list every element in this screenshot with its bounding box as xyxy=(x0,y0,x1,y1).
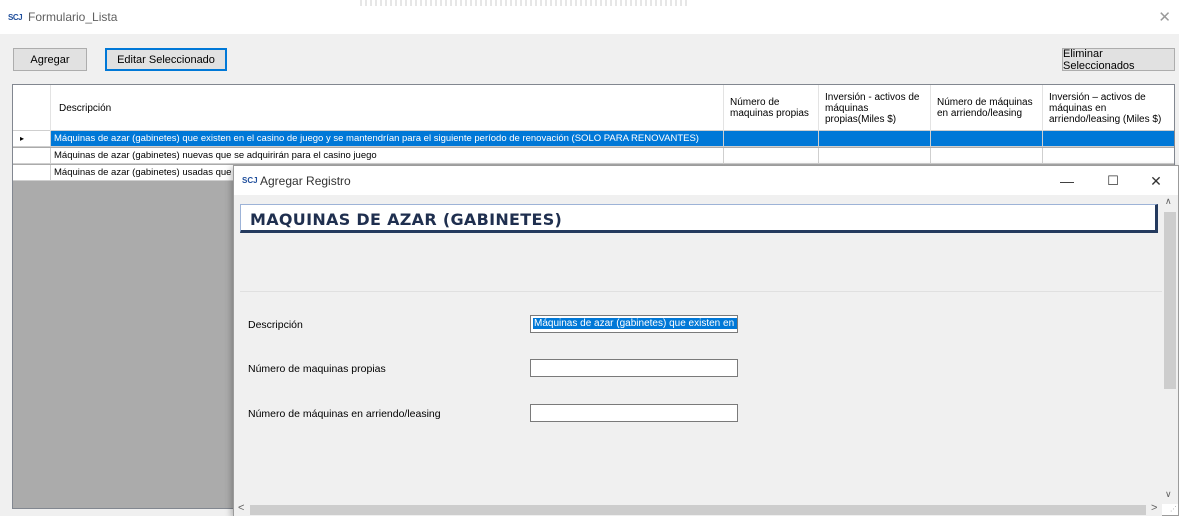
horizontal-scroll-thumb[interactable] xyxy=(250,505,1146,515)
maquinas-leasing-label: Número de máquinas en arriendo/leasing xyxy=(248,408,441,420)
minimize-icon[interactable]: — xyxy=(1044,169,1090,193)
scroll-up-icon[interactable]: ∧ xyxy=(1165,196,1172,207)
section-header: MAQUINAS DE AZAR (GABINETES) xyxy=(240,204,1158,233)
main-window-title: Formulario_Lista xyxy=(28,10,118,24)
cell-descripcion[interactable]: Máquinas de azar (gabinetes) nuevas que … xyxy=(51,148,724,163)
grid-header: Descripción Número de maquinas propias I… xyxy=(13,85,1174,131)
maximize-icon[interactable]: ☐ xyxy=(1090,169,1136,193)
section-heading: MAQUINAS DE AZAR (GABINETES) xyxy=(250,210,563,229)
add-record-dialog: SCJ Agregar Registro — ☐ ✕ MAQUINAS DE A… xyxy=(233,165,1179,516)
add-button[interactable]: Agregar xyxy=(13,48,87,71)
table-row[interactable]: Máquinas de azar (gabinetes) nuevas que … xyxy=(13,148,1174,164)
scroll-down-icon[interactable]: ∨ xyxy=(1165,489,1172,500)
dialog-content: MAQUINAS DE AZAR (GABINETES) Descripción… xyxy=(234,195,1162,504)
maquinas-leasing-field[interactable] xyxy=(530,404,738,422)
cell-maquinas-leasing[interactable] xyxy=(931,148,1043,163)
cell-inversion-propias[interactable] xyxy=(819,131,931,146)
column-header-inversion-leasing[interactable]: Inversión – activos de máquinas en arrie… xyxy=(1043,85,1174,131)
horizontal-scrollbar[interactable]: < > xyxy=(234,502,1162,516)
background-window-edge xyxy=(360,0,690,6)
row-header[interactable] xyxy=(13,148,51,163)
dialog-app-icon: SCJ xyxy=(242,176,258,185)
table-row[interactable]: ▸ Máquinas de azar (gabinetes) que exist… xyxy=(13,131,1174,147)
cell-maquinas-leasing[interactable] xyxy=(931,131,1043,146)
row-indicator-icon: ▸ xyxy=(13,131,51,146)
cell-inversion-leasing[interactable] xyxy=(1043,131,1174,146)
dialog-titlebar[interactable]: SCJ Agregar Registro — ☐ ✕ xyxy=(234,166,1178,195)
vertical-scroll-thumb[interactable] xyxy=(1164,212,1176,389)
row-header[interactable] xyxy=(13,165,51,180)
column-header-inversion-propias[interactable]: Inversión - activos de máquinas propias(… xyxy=(819,85,931,131)
vertical-scrollbar[interactable]: ∧ ∨ xyxy=(1162,195,1178,504)
cell-maquinas-propias[interactable] xyxy=(724,131,819,146)
descripcion-field[interactable]: Máquinas de azar (gabinetes) que existen… xyxy=(530,315,738,333)
cell-inversion-leasing[interactable] xyxy=(1043,148,1174,163)
scroll-right-icon[interactable]: > xyxy=(1151,502,1157,514)
column-header-descripcion[interactable]: Descripción xyxy=(51,85,724,131)
cell-inversion-propias[interactable] xyxy=(819,148,931,163)
close-icon[interactable]: ✕ xyxy=(1133,169,1179,193)
maquinas-propias-field[interactable] xyxy=(530,359,738,377)
cell-descripcion[interactable]: Máquinas de azar (gabinetes) que existen… xyxy=(51,131,724,146)
descripcion-selected-text: Máquinas de azar (gabinetes) que existen… xyxy=(533,318,737,329)
maquinas-propias-label: Número de maquinas propias xyxy=(248,363,386,375)
resize-grip-icon[interactable]: ⋰ xyxy=(1163,505,1177,515)
edit-selected-button[interactable]: Editar Seleccionado xyxy=(105,48,227,71)
column-header-maquinas-leasing[interactable]: Número de máquinas en arriendo/leasing xyxy=(931,85,1043,131)
scroll-left-icon[interactable]: < xyxy=(238,502,244,514)
row-header-corner xyxy=(13,85,51,131)
column-header-maquinas-propias[interactable]: Número de maquinas propias xyxy=(724,85,819,131)
descripcion-label: Descripción xyxy=(248,319,303,331)
dialog-title: Agregar Registro xyxy=(260,174,351,188)
app-icon: SCJ xyxy=(8,13,23,22)
divider xyxy=(240,291,1162,292)
cell-maquinas-propias[interactable] xyxy=(724,148,819,163)
main-window-titlebar: SCJ Formulario_Lista ✕ xyxy=(0,0,1179,34)
delete-selected-button[interactable]: Eliminar Seleccionados xyxy=(1062,48,1175,72)
main-close-icon[interactable]: ✕ xyxy=(1158,8,1171,26)
